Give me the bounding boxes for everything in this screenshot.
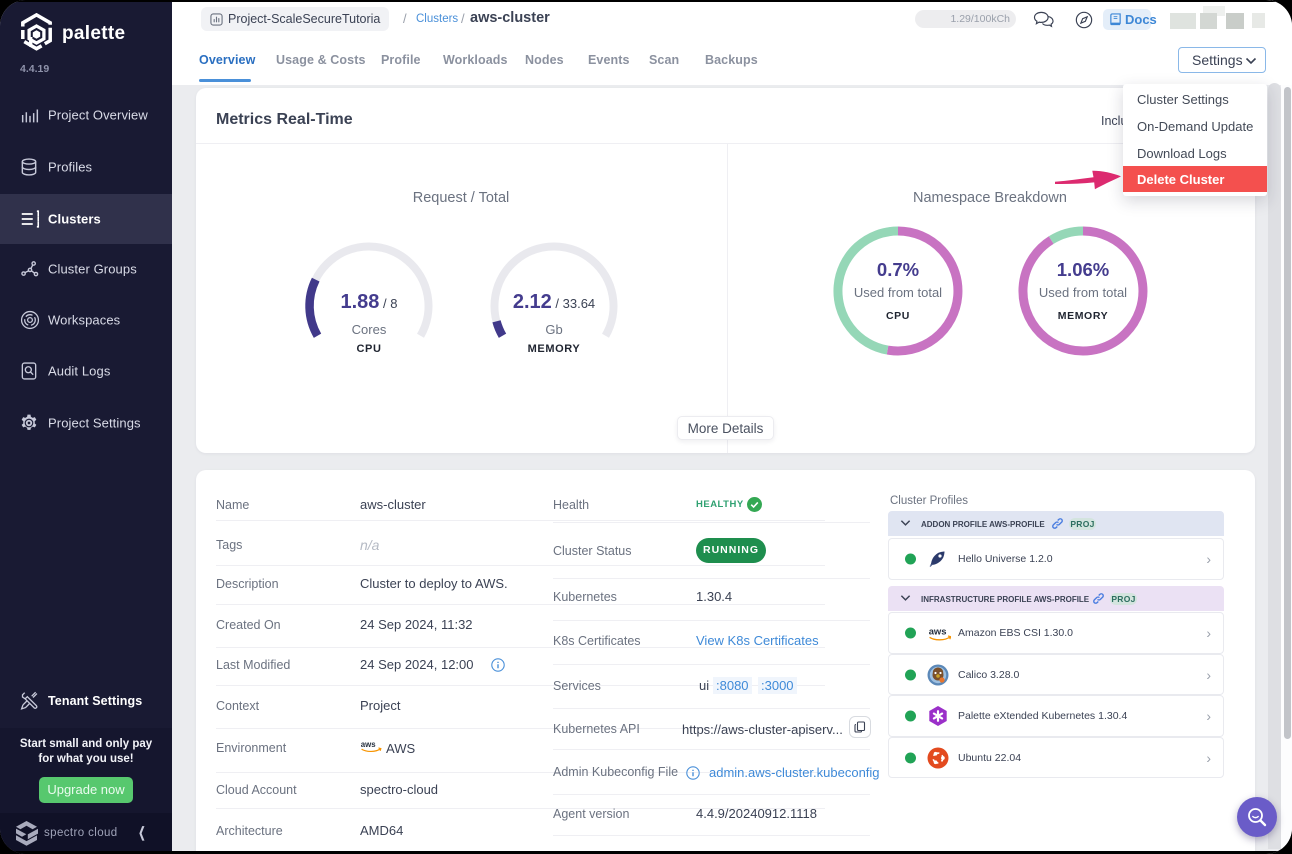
svg-text:aws: aws	[929, 626, 947, 637]
svg-text:aws: aws	[361, 740, 376, 749]
